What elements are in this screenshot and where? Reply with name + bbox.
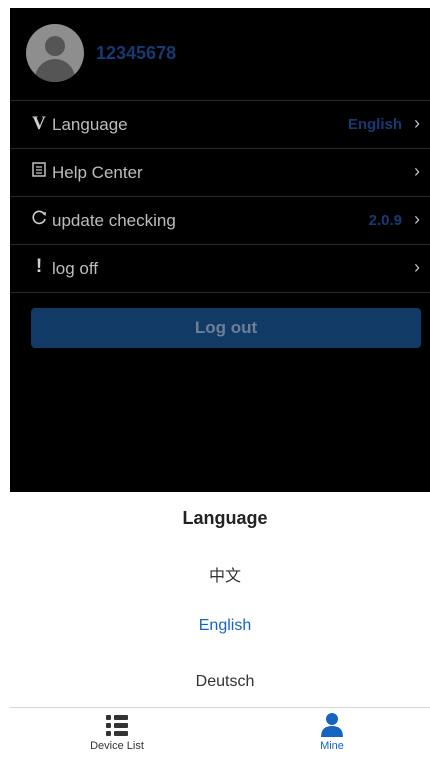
- language-sheet-title: Language: [182, 508, 268, 528]
- language-icon: V: [32, 113, 46, 134]
- avatar-head: [45, 36, 65, 56]
- document-icon: [30, 162, 48, 182]
- menu-item-label: Help Center: [52, 163, 143, 182]
- language-option-english[interactable]: English: [0, 617, 430, 635]
- settings-panel: 12345678 V Language English › Help Cente…: [10, 8, 430, 492]
- tab-device-list[interactable]: Device List: [62, 712, 172, 752]
- chevron-right-icon: ›: [414, 161, 420, 181]
- exclamation-icon: !: [35, 256, 43, 277]
- refresh-icon: [30, 210, 48, 230]
- chevron-right-icon: ›: [414, 209, 420, 229]
- avatar[interactable]: [26, 24, 84, 82]
- profile-header: 12345678: [10, 8, 430, 100]
- avatar-shoulders: [35, 59, 75, 82]
- logout-button[interactable]: Log out: [31, 308, 421, 348]
- person-icon: [321, 713, 343, 737]
- menu-item-label: Language: [52, 115, 128, 134]
- tabbar-divider: [10, 707, 430, 708]
- chevron-right-icon: ›: [414, 113, 420, 133]
- menu-item-label: log off: [52, 259, 99, 278]
- menu-item-log-off[interactable]: ! log off ›: [10, 244, 430, 293]
- tab-mine[interactable]: Mine: [277, 712, 387, 752]
- menu-item-label: update checking: [52, 211, 176, 230]
- language-option-deutsch[interactable]: Deutsch: [0, 673, 430, 691]
- menu-item-update-checking[interactable]: update checking 2.0.9 ›: [10, 196, 430, 244]
- tab-mine-label: Mine: [320, 740, 344, 752]
- menu-item-language[interactable]: V Language English ›: [10, 100, 430, 148]
- version-value: 2.0.9: [368, 212, 402, 229]
- list-icon: [106, 715, 128, 736]
- tab-device-list-label: Device List: [90, 740, 144, 752]
- language-option-chinese[interactable]: 中文: [0, 562, 430, 586]
- username: 12345678: [96, 43, 177, 63]
- chevron-right-icon: ›: [414, 257, 420, 277]
- current-language-value: English: [347, 116, 402, 133]
- menu-item-help-center[interactable]: Help Center ›: [10, 148, 430, 196]
